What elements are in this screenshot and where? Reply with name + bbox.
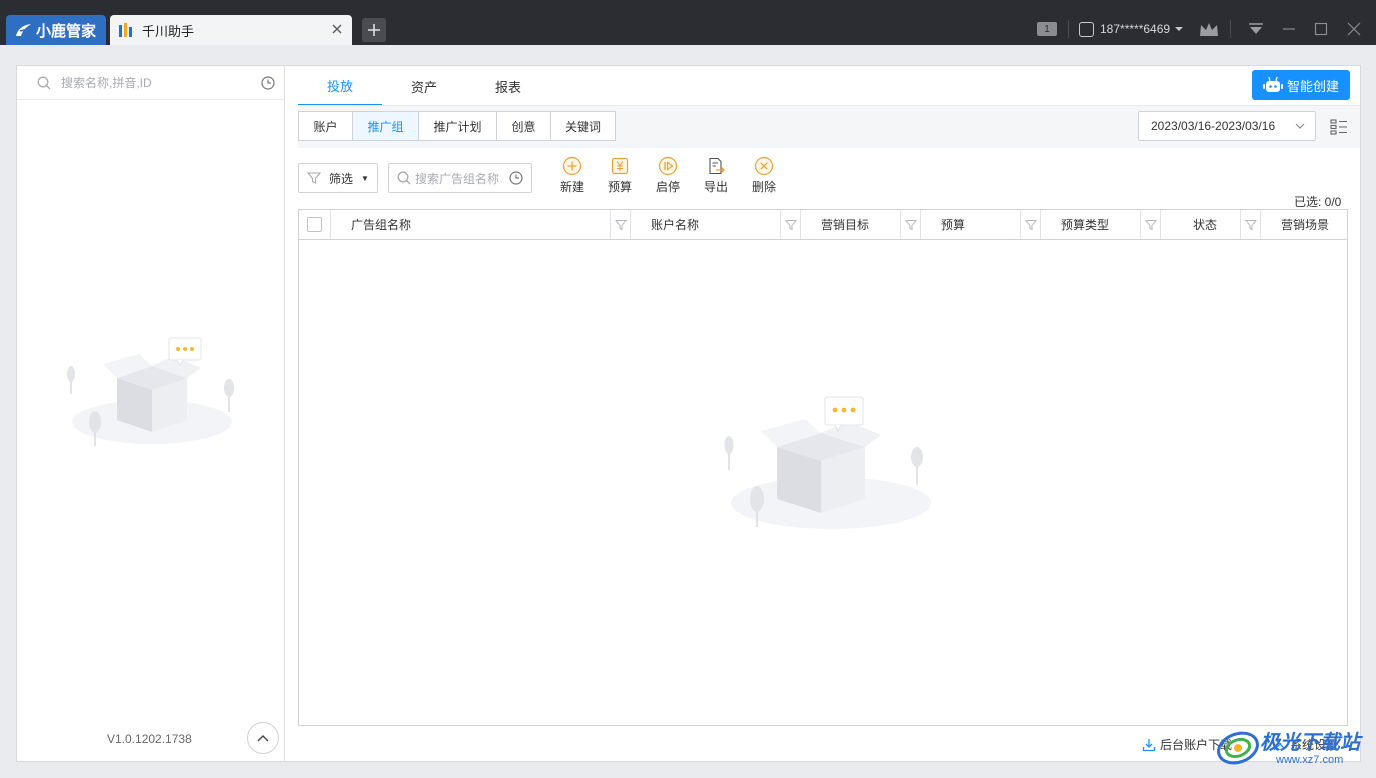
funnel-icon <box>307 172 321 184</box>
empty-box-illustration <box>67 337 234 446</box>
collapse-button[interactable] <box>247 722 279 754</box>
selected-count: 已选: 0/0 <box>1294 195 1342 209</box>
robot-icon <box>1262 76 1283 92</box>
delete-button[interactable]: 删除 <box>744 156 784 195</box>
history-icon[interactable] <box>261 76 275 90</box>
history-icon[interactable] <box>509 171 523 185</box>
app-tab[interactable]: 小鹿管家 <box>6 15 106 45</box>
column-filter-icon[interactable] <box>1020 210 1040 239</box>
date-range-value: 2023/03/16-2023/03/16 <box>1151 119 1276 133</box>
ad-group-search-input[interactable]: 搜索广告组名称 <box>415 170 499 187</box>
sidebar: 搜索名称,拼音,ID V1.0.1202.1738 <box>17 66 285 761</box>
close-window-icon[interactable] <box>1347 22 1361 36</box>
budget-icon <box>611 157 629 175</box>
column-header[interactable]: 广告组名称 <box>331 210 631 239</box>
export-button[interactable]: 导出 <box>696 156 736 195</box>
download-icon <box>1142 738 1156 751</box>
watermark: 极光下载站 www.xz7.com <box>1214 722 1374 772</box>
export-icon <box>709 157 725 175</box>
date-range-picker[interactable]: 2023/03/16-2023/03/16 <box>1138 111 1316 141</box>
export-label: 导出 <box>703 180 728 194</box>
dropdown-menu-icon[interactable] <box>1248 23 1264 35</box>
divider <box>1230 20 1231 38</box>
delete-label: 删除 <box>751 180 776 194</box>
main-tabs: 投放 资产 报表 <box>298 66 550 106</box>
content-area: 投放 资产 报表 智能创建 账户 推广组 推广计划 创意 关键词 2023/03… <box>286 66 1360 761</box>
watermark-title: 极光下载站 <box>1260 732 1360 754</box>
version-label: V1.0.1202.1738 <box>107 732 192 746</box>
column-filter-icon[interactable] <box>1240 210 1260 239</box>
plus-icon <box>368 24 380 36</box>
app-name: 小鹿管家 <box>36 22 97 40</box>
chevron-down-icon <box>1175 27 1184 31</box>
watermark-url: www.xz7.com <box>1276 754 1344 766</box>
ad-group-table: 广告组名称 账户名称 营销目标 预算 预算类型 状态 营销场景 <box>298 209 1348 726</box>
minimize-icon[interactable] <box>1282 22 1296 36</box>
add-circle-icon <box>562 156 582 176</box>
divider <box>1068 20 1069 38</box>
select-all-cell <box>299 210 331 239</box>
column-header[interactable]: 营销目标 <box>801 210 921 239</box>
new-button[interactable]: 新建 <box>552 156 592 195</box>
subtab-keywords[interactable]: 关键词 <box>550 111 616 141</box>
ad-group-search[interactable]: 搜索广告组名称 <box>388 163 532 193</box>
column-header[interactable]: 账户名称 <box>631 210 801 239</box>
main-panel: 搜索名称,拼音,ID V1.0.1202.1738 投放 资产 报表 智能创建 … <box>16 65 1361 762</box>
chevron-down-icon <box>1295 123 1305 129</box>
filter-button[interactable]: 筛选 ▼ <box>298 163 378 193</box>
budget-label: 预算 <box>607 180 632 194</box>
title-bar: 小鹿管家 千川助手 1 187*****6469 <box>0 0 1376 45</box>
bar-chart-icon <box>119 23 132 37</box>
user-menu[interactable]: 187*****6469 <box>1079 18 1184 40</box>
delete-circle-icon <box>754 156 774 176</box>
subtab-campaign[interactable]: 推广计划 <box>418 111 496 141</box>
tab-title: 千川助手 <box>142 23 195 39</box>
new-tab-button[interactable] <box>362 18 386 42</box>
table-header: 广告组名称 账户名称 营销目标 预算 预算类型 状态 营销场景 <box>299 210 1347 240</box>
subtab-account[interactable]: 账户 <box>298 111 352 141</box>
column-filter-icon[interactable] <box>1140 210 1160 239</box>
subtab-ad-group[interactable]: 推广组 <box>352 111 418 141</box>
budget-button[interactable]: 预算 <box>600 156 640 195</box>
column-filter-icon[interactable] <box>780 210 800 239</box>
watermark-logo-icon <box>1217 731 1259 765</box>
toggle-label: 启停 <box>655 180 680 194</box>
column-filter-icon[interactable] <box>900 210 920 239</box>
smart-create-button[interactable]: 智能创建 <box>1252 70 1350 100</box>
empty-box-illustration <box>724 396 931 529</box>
column-settings-icon[interactable] <box>1330 119 1348 135</box>
column-header[interactable]: 预算 <box>921 210 1041 239</box>
column-filter-icon[interactable] <box>610 210 630 239</box>
toggle-button[interactable]: 启停 <box>648 156 688 195</box>
new-label: 新建 <box>559 180 584 194</box>
play-pause-icon <box>658 156 678 176</box>
close-icon[interactable] <box>330 22 344 36</box>
crown-icon[interactable] <box>1198 21 1220 38</box>
maximize-icon[interactable] <box>1314 22 1328 36</box>
user-phone: 187*****6469 <box>1100 22 1171 36</box>
tab-delivery[interactable]: 投放 <box>298 66 382 106</box>
subtab-creative[interactable]: 创意 <box>496 111 550 141</box>
search-icon <box>37 76 51 89</box>
caret-down-icon: ▼ <box>361 173 369 183</box>
filter-label: 筛选 <box>329 171 354 186</box>
subnav-bar: 账户 推广组 推广计划 创意 关键词 2023/03/16-2023/03/16 <box>298 106 1360 148</box>
column-header[interactable]: 状态 <box>1161 210 1261 239</box>
smart-create-label: 智能创建 <box>1286 78 1339 94</box>
search-icon <box>397 171 411 185</box>
column-header[interactable]: 预算类型 <box>1041 210 1161 239</box>
tab-qianchuan[interactable]: 千川助手 <box>110 15 352 45</box>
tab-assets[interactable]: 资产 <box>382 66 466 106</box>
level-tabs: 账户 推广组 推广计划 创意 关键词 <box>298 111 616 141</box>
column-header[interactable]: 营销场景 <box>1261 210 1347 239</box>
window-count-badge[interactable]: 1 <box>1037 22 1057 36</box>
tab-reports[interactable]: 报表 <box>466 66 550 106</box>
deer-logo-icon <box>16 24 31 36</box>
chevron-up-icon <box>257 735 269 742</box>
sidebar-search[interactable]: 搜索名称,拼音,ID <box>17 66 285 100</box>
user-icon <box>1079 21 1094 37</box>
select-all-checkbox[interactable] <box>307 217 322 232</box>
sidebar-search-input[interactable]: 搜索名称,拼音,ID <box>61 74 152 91</box>
